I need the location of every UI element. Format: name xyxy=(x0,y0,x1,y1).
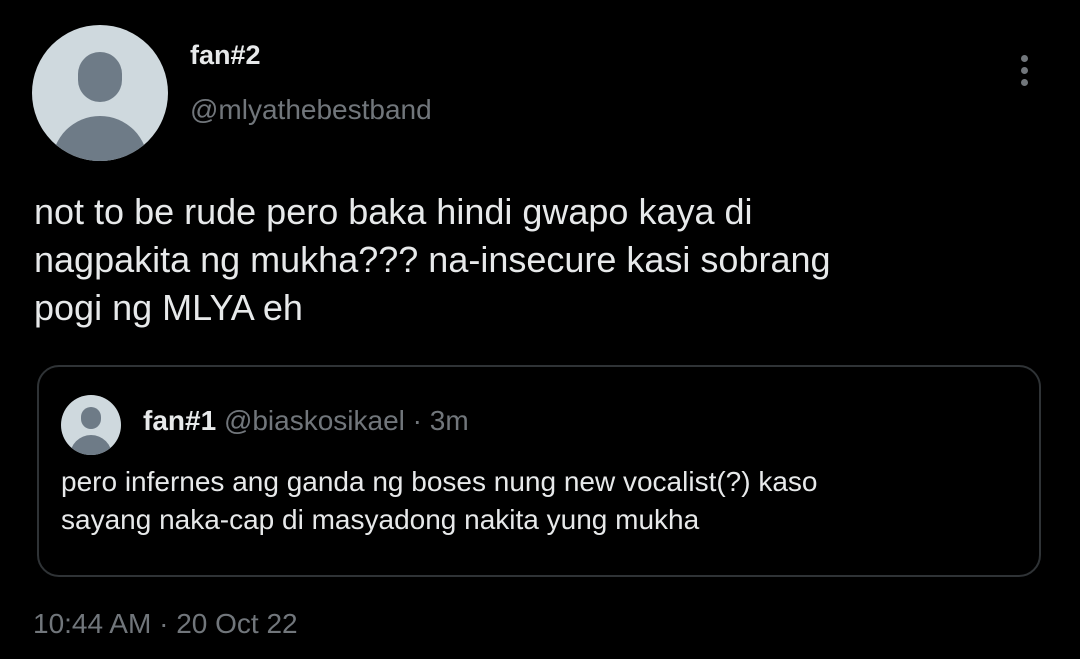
author-avatar[interactable] xyxy=(32,25,168,161)
tweet-time: 10:44 AM xyxy=(33,608,152,639)
tweet-text: not to be rude pero baka hindi gwapo kay… xyxy=(34,191,831,328)
more-vertical-icon-dot xyxy=(1020,66,1028,74)
tweet-timestamp[interactable]: 10:44 AM · 20 Oct 22 xyxy=(33,608,298,640)
quoted-author-handle[interactable]: @biaskosikael xyxy=(224,405,405,436)
author-display-name[interactable]: fan#2 xyxy=(190,40,261,71)
more-vertical-icon-dot xyxy=(1020,54,1028,62)
quoted-tweet-time[interactable]: 3m xyxy=(430,405,469,436)
default-avatar-icon-body xyxy=(70,435,112,455)
quoted-tweet-text: pero infernes ang ganda ng boses nung ne… xyxy=(61,466,818,535)
timestamp-separator: · xyxy=(159,608,169,639)
default-avatar-icon-body xyxy=(52,116,148,161)
quoted-author-avatar[interactable] xyxy=(61,395,121,455)
default-avatar-icon-head xyxy=(81,407,101,429)
more-options-button[interactable] xyxy=(1008,50,1040,90)
quoted-author-display-name[interactable]: fan#1 xyxy=(143,405,216,436)
author-handle[interactable]: @mlyathebestband xyxy=(190,94,432,126)
quoted-header-separator: · xyxy=(412,405,422,436)
more-vertical-icon-dot xyxy=(1020,78,1028,86)
tweet-date: 20 Oct 22 xyxy=(176,608,298,639)
quoted-tweet-header: fan#1 @biaskosikael · 3m xyxy=(143,405,469,437)
quoted-tweet-card[interactable]: fan#1 @biaskosikael · 3m pero infernes a… xyxy=(37,365,1041,577)
default-avatar-icon-head xyxy=(78,52,122,102)
